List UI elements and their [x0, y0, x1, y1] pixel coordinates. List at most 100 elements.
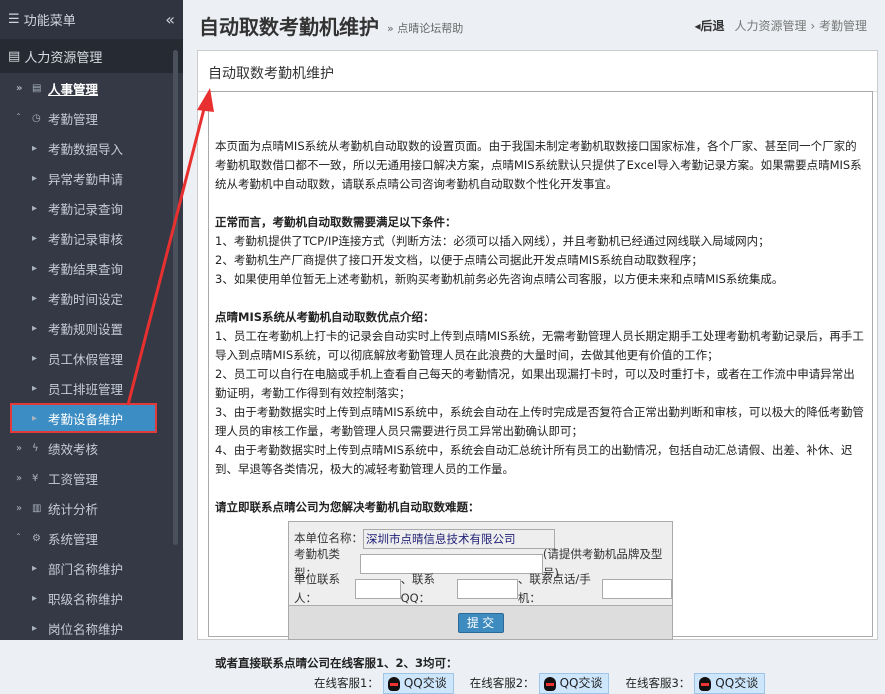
sidebar-item[interactable]: ▸ 考勤数据导入 — [0, 133, 183, 163]
panel-title: 自动取数考勤机维护 — [198, 51, 877, 92]
sidebar-item[interactable]: ▸ 员工排班管理 — [0, 373, 183, 403]
caret-right-icon: ▸ — [32, 232, 38, 244]
caret-right-icon: ▸ — [32, 592, 38, 604]
sidebar-item[interactable]: ▸ 考勤记录审核 — [0, 223, 183, 253]
sidebar-section-hr[interactable]: ▤ 人力资源管理 — [0, 39, 183, 73]
sidebar-item-label: 异常考勤申请 — [48, 171, 124, 187]
forum-help-link[interactable]: » 点晴论坛帮助 — [387, 20, 463, 36]
sidebar-item[interactable]: ▸ 考勤规则设置 — [0, 313, 183, 343]
qq-input[interactable] — [456, 578, 518, 599]
advantage-item: 1、员工在考勤机上打卡的记录会自动实时上传到点晴MIS系统，无需考勤管理人员长期… — [215, 329, 864, 362]
contact-title: 请立即联系点晴公司为您解决考勤机自动取数难题： — [215, 500, 480, 514]
advantage-item: 4、由于考勤数据实时上传到点晴MIS系统中，系统会自动汇总统计所有员工的出勤情况… — [215, 443, 853, 476]
breadcrumb: ◂后退 人力资源管理 › 考勤管理 — [694, 17, 867, 34]
caret-right-icon: ▸ — [32, 262, 38, 274]
back-link[interactable]: ◂后退 — [694, 19, 724, 33]
sidebar-item-label: 职级名称维护 — [48, 591, 124, 607]
phone-label: 、联系点话/手机： — [517, 571, 591, 605]
caret-right-icon: ▸ — [32, 202, 38, 214]
id-card-icon: ▤ — [8, 48, 25, 64]
menu-item-icon: ◷ — [32, 112, 41, 124]
phone-input[interactable] — [602, 578, 672, 599]
menu-item-icon: ▤ — [32, 82, 42, 94]
sidebar-item[interactable]: ▸ 职级名称维护 — [0, 583, 183, 613]
sidebar-item-label: 考勤规则设置 — [48, 321, 124, 337]
caret-right-icon: ▸ — [32, 352, 38, 364]
sidebar-item[interactable]: » ϟ 绩效考核 — [0, 433, 183, 463]
sidebar-item-label: 考勤设备维护 — [48, 411, 124, 427]
sidebar-item[interactable]: ▸ 考勤记录查询 — [0, 193, 183, 223]
service-label: 在线客服3： — [625, 676, 691, 690]
sidebar-item-label: 考勤时间设定 — [48, 291, 124, 307]
caret-right-icon: ▸ — [32, 382, 38, 394]
sidebar-item[interactable]: ▸ 岗位名称维护 — [0, 613, 183, 643]
sidebar-scrollbar[interactable] — [173, 50, 178, 545]
caret-right-icon: ▸ — [32, 142, 38, 154]
condition-item: 1、考勤机提供了TCP/IP连接方式（判断方法：必须可以插入网线），并且考勤机已… — [215, 234, 770, 248]
collapse-icon[interactable]: « — [165, 10, 175, 29]
qq-label: 、联系QQ： — [400, 571, 436, 605]
sidebar-item[interactable]: ˆ ◷ 考勤管理 — [0, 103, 183, 133]
content-box: 本页面为点晴MIS系统从考勤机自动取数的设置页面。由于我国未制定考勤机取数接口国… — [208, 91, 873, 694]
sidebar-item-label: 考勤结果查询 — [48, 261, 124, 277]
condition-item: 3、如果使用单位暂无上述考勤机，新购买考勤机前务必先咨询点晴公司客服，以方便未来… — [215, 272, 784, 286]
contact-form: 本单位名称： 深圳市点晴信息技术有限公司 考勤机类型： (请提供考勤机品牌及型号) … — [288, 521, 673, 640]
sidebar-item-label: 员工排班管理 — [48, 381, 124, 397]
caret-right-icon: ▸ — [32, 292, 38, 304]
crumb-attendance[interactable]: 考勤管理 — [819, 19, 867, 33]
sidebar-item-label: 考勤管理 — [48, 111, 99, 127]
sidebar-item-label: 考勤记录查询 — [48, 201, 124, 217]
person-label: 单位联系人： — [294, 571, 340, 605]
caret-right-icon: ▸ — [32, 622, 38, 634]
caret-right-icon: ▸ — [32, 412, 38, 424]
qq-penguin-icon — [387, 676, 400, 691]
intro-text: 本页面为点晴MIS系统从考勤机自动取数的设置页面。由于我国未制定考勤机取数接口国… — [215, 139, 862, 191]
chevron-icon: » — [16, 82, 23, 94]
qq-chat-label: QQ交谈 — [559, 676, 603, 690]
sidebar-item[interactable]: ▸ 员工休假管理 — [0, 343, 183, 373]
sidebar-item-label: 考勤记录审核 — [48, 231, 124, 247]
sidebar-item-label: 员工休假管理 — [48, 351, 124, 367]
qq-chat-button-2[interactable]: QQ交谈 — [538, 673, 610, 694]
sidebar: ☰ 功能菜单 « ▤ 人力资源管理 » ▤ 人事管理 ˆ ◷ 考勤管理 ▸ 考勤数据导入 ▸ 异常考… — [0, 0, 183, 640]
sidebar-item[interactable]: » ▤ 人事管理 — [0, 73, 183, 103]
qq-chat-button-1[interactable]: QQ交谈 — [382, 673, 454, 694]
qq-chat-label: QQ交谈 — [403, 676, 447, 690]
company-field: 深圳市点晴信息技术有限公司 — [363, 528, 555, 549]
sidebar-item[interactable]: » ¥ 工资管理 — [0, 463, 183, 493]
chevron-icon: ˆ — [16, 532, 21, 544]
caret-right-icon: ▸ — [32, 562, 38, 574]
advantages-title: 点晴MIS系统从考勤机自动取数优点介绍： — [215, 310, 435, 324]
sidebar-item-label: 人事管理 — [48, 81, 99, 97]
conditions-title: 正常而言，考勤机自动取数需要满足以下条件： — [215, 215, 457, 229]
caret-right-icon: ▸ — [32, 172, 38, 184]
sidebar-item[interactable]: ▸ 部门名称维护 — [0, 553, 183, 583]
contact-person-input[interactable] — [354, 578, 401, 599]
chevron-icon: » — [16, 472, 23, 484]
sidebar-item-label: 系统管理 — [48, 531, 99, 547]
caret-right-icon: ▸ — [32, 322, 38, 334]
sidebar-item-label: 统计分析 — [48, 501, 99, 517]
online-title: 或者直接联系点晴公司在线客服1、2、3均可： — [215, 656, 458, 670]
menu-icon: ☰ — [8, 12, 24, 27]
sidebar-item-label: 绩效考核 — [48, 441, 99, 457]
advantage-item: 2、员工可以自行在电脑或手机上查看自己每天的考勤情况，如果出现漏打卡时，可以及时… — [215, 367, 855, 400]
submit-button[interactable]: 提 交 — [457, 612, 504, 633]
sidebar-item[interactable]: ▸ 考勤设备维护 — [10, 403, 157, 433]
menu-item-icon: ▥ — [32, 502, 42, 514]
condition-item: 2、考勤机生产厂商提供了接口开发文档，以便于点晴公司据此开发点晴MIS系统自动取… — [215, 253, 703, 267]
sidebar-header: ☰ 功能菜单 « — [0, 0, 183, 39]
page-header: 自动取数考勤机维护 » 点晴论坛帮助 ◂后退 人力资源管理 › 考勤管理 — [183, 0, 885, 50]
sidebar-item[interactable]: » ▥ 统计分析 — [0, 493, 183, 523]
content-panel: 自动取数考勤机维护 本页面为点晴MIS系统从考勤机自动取数的设置页面。由于我国未… — [197, 50, 878, 694]
sidebar-item[interactable]: ▸ 考勤时间设定 — [0, 283, 183, 313]
qq-chat-button-3[interactable]: QQ交谈 — [694, 673, 766, 694]
sidebar-item[interactable]: ˆ ⚙ 系统管理 — [0, 523, 183, 553]
qq-penguin-icon — [699, 676, 712, 691]
crumb-sep: › — [810, 18, 816, 33]
advantage-item: 3、由于考勤数据实时上传到点晴MIS系统中，系统会自动在上传时完成是否复符合正常… — [215, 405, 864, 438]
sidebar-item[interactable]: ▸ 考勤结果查询 — [0, 253, 183, 283]
sidebar-item-label: 岗位名称维护 — [48, 621, 124, 637]
crumb-hr[interactable]: 人力资源管理 — [735, 19, 807, 33]
sidebar-item[interactable]: ▸ 异常考勤申请 — [0, 163, 183, 193]
